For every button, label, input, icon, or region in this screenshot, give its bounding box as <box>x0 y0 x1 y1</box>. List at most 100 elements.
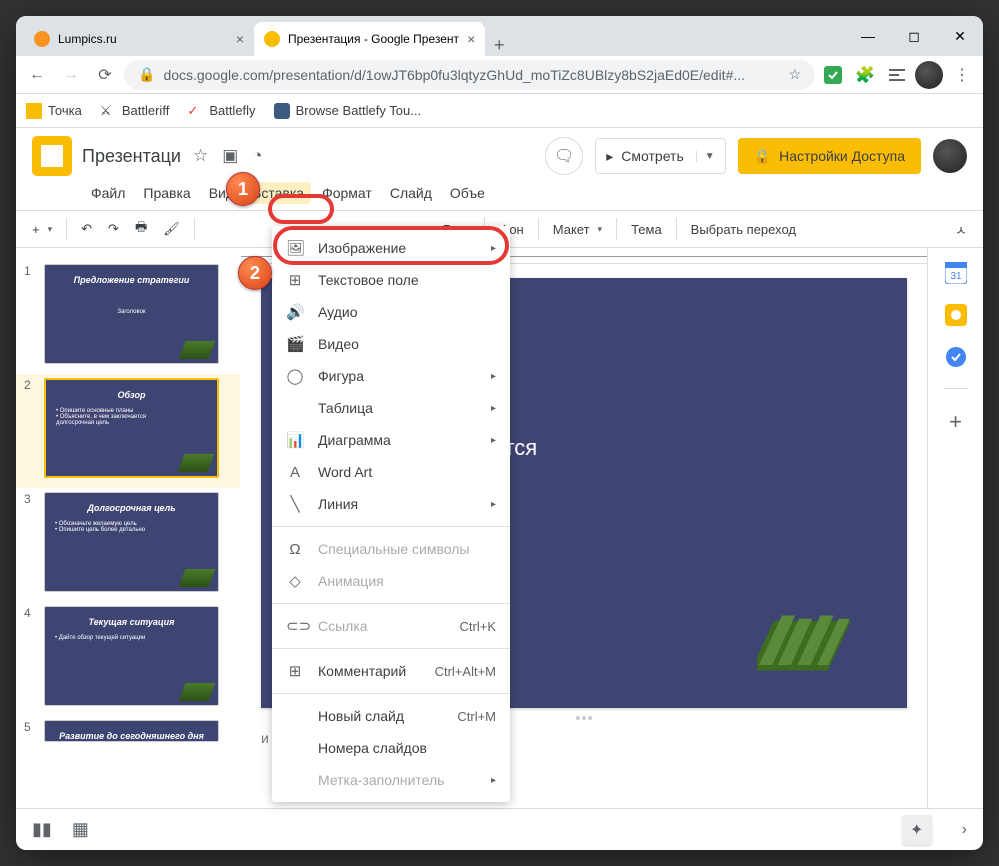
bottom-bar: ▮▮ ▦ ✦ › <box>16 808 983 850</box>
comments-button[interactable]: 🗨 <box>545 137 583 175</box>
redo-button[interactable]: ↷ <box>102 217 125 241</box>
browser-tab-active[interactable]: Презентация - Google Презент × <box>254 22 485 56</box>
menu-item-label: Аудио <box>318 304 358 320</box>
tasks-icon[interactable] <box>945 346 967 368</box>
thumb-number: 1 <box>24 264 34 364</box>
menu-slide[interactable]: Слайд <box>383 182 439 204</box>
collapse-toolbar-icon[interactable]: ㅅ <box>949 216 973 243</box>
menu-item[interactable]: 📊Диаграмма▸ <box>272 424 510 456</box>
maximize-button[interactable]: ◻ <box>891 16 937 56</box>
menu-item: ◇Анимация <box>272 565 510 597</box>
menu-arrange[interactable]: Объе <box>443 182 492 204</box>
menu-item-label: Номера слайдов <box>318 740 427 756</box>
thumb-body: • Дайте обзор текущей ситуации <box>55 635 208 641</box>
menu-item-icon: ◇ <box>286 572 304 590</box>
submenu-arrow-icon: ▸ <box>491 403 496 414</box>
menu-item[interactable]: 🎬Видео <box>272 328 510 360</box>
filmstrip-view-icon[interactable]: ▮▮ <box>32 819 52 840</box>
thumb-number: 4 <box>24 606 34 706</box>
menu-item[interactable]: ⊞Текстовое поле <box>272 264 510 296</box>
lock-icon: 🔒 <box>138 66 155 83</box>
star-doc-icon[interactable]: ☆ <box>193 146 208 166</box>
bookmark-item[interactable]: Browse Battlefy Tou... <box>274 103 422 119</box>
menu-item-icon: Ω <box>286 541 304 558</box>
forward-button[interactable]: → <box>56 60 86 90</box>
explore-button[interactable]: ✦ <box>902 815 932 845</box>
grid-view-icon[interactable]: ▦ <box>72 819 89 840</box>
menu-item-shortcut: Ctrl+K <box>460 619 496 634</box>
menu-file[interactable]: Файл <box>84 182 132 204</box>
reload-button[interactable]: ⟳ <box>90 60 120 90</box>
slides-logo-icon[interactable] <box>32 136 72 176</box>
tab-title: Презентация - Google Презент <box>288 32 459 46</box>
menu-format[interactable]: Формат <box>315 182 379 204</box>
insert-dropdown-menu: 🖼Изображение▸⊞Текстовое поле🔊Аудио🎬Видео… <box>272 226 510 802</box>
url-field[interactable]: 🔒 docs.google.com/presentation/d/1owJT6b… <box>124 60 815 90</box>
transition-button[interactable]: Выбрать переход <box>685 218 802 241</box>
bookmark-item[interactable]: Точка <box>26 103 82 119</box>
calendar-icon[interactable]: 31 <box>945 262 967 284</box>
bookmark-item[interactable]: ⚔Battleriff <box>100 103 169 119</box>
extensions-icon[interactable]: 🧩 <box>851 61 879 89</box>
back-button[interactable]: ← <box>22 60 52 90</box>
close-tab-icon[interactable]: × <box>236 31 244 47</box>
share-button[interactable]: 🔒 Настройки Доступа <box>738 138 921 174</box>
slide-thumb[interactable]: 3 Долгосрочная цель• Обозначьте желаемую… <box>16 488 240 602</box>
present-button[interactable]: ▸ Смотреть ▼ <box>595 138 725 174</box>
doc-status-icon[interactable]: ◔ <box>252 146 262 166</box>
bookmark-label: Точка <box>48 103 82 118</box>
slide-thumbnails-panel[interactable]: 1 Предложение стратегииЗаголовок 2 Обзор… <box>16 248 241 808</box>
reading-list-icon[interactable] <box>883 61 911 89</box>
account-avatar[interactable] <box>933 139 967 173</box>
collapse-sidepanel-icon[interactable]: › <box>962 821 967 839</box>
keep-icon[interactable] <box>945 304 967 326</box>
slide-thumb[interactable]: 5 Развитие до сегодняшнего дня <box>16 716 240 752</box>
url-text: docs.google.com/presentation/d/1owJT6bp0… <box>163 67 745 83</box>
menu-item-label: Диаграмма <box>318 432 391 448</box>
minimize-button[interactable]: — <box>845 16 891 56</box>
chevron-down-icon[interactable]: ▼ <box>696 151 715 162</box>
slide-thumb-active[interactable]: 2 Обзор• Опишите основные планы • Объясн… <box>16 374 240 488</box>
menu-item[interactable]: Номера слайдов <box>272 732 510 764</box>
new-slide-button[interactable]: + <box>26 218 58 241</box>
menu-item[interactable]: Таблица▸ <box>272 392 510 424</box>
bookmark-item[interactable]: ✓Battlefly <box>187 103 255 119</box>
add-addon-icon[interactable]: + <box>945 409 967 431</box>
paint-format-button[interactable]: 🖌 <box>157 217 186 241</box>
slide-thumb[interactable]: 1 Предложение стратегииЗаголовок <box>16 260 240 374</box>
new-tab-button[interactable]: + <box>485 35 513 56</box>
menu-item[interactable]: ◯Фигура▸ <box>272 360 510 392</box>
undo-button[interactable]: ↶ <box>75 217 98 241</box>
extension-icon[interactable] <box>819 61 847 89</box>
menu-item[interactable]: 🖼Изображение▸ <box>272 232 510 264</box>
thumb-body: • Обозначьте желаемую цель • Опишите цел… <box>55 521 208 533</box>
profile-avatar[interactable] <box>915 61 943 89</box>
bookmark-star-icon[interactable]: ☆ <box>788 66 801 83</box>
menu-item-icon: A <box>286 464 304 481</box>
thumb-title: Долгосрочная цель <box>55 503 208 513</box>
menu-item[interactable]: ⊞КомментарийCtrl+Alt+M <box>272 655 510 687</box>
menu-item: ΩСпециальные символы <box>272 533 510 565</box>
close-tab-icon[interactable]: × <box>467 31 475 47</box>
theme-button[interactable]: Тема <box>625 218 668 241</box>
menu-item-label: Видео <box>318 336 359 352</box>
menu-item[interactable]: AWord Art <box>272 456 510 488</box>
browser-menu-icon[interactable]: ⋮ <box>947 60 977 90</box>
menu-item[interactable]: ╲Линия▸ <box>272 488 510 520</box>
menu-item-label: Новый слайд <box>318 708 404 724</box>
move-doc-icon[interactable]: ▣ <box>222 146 238 166</box>
layout-button[interactable]: Макет <box>547 218 608 241</box>
document-title[interactable]: Презентаци <box>82 146 181 167</box>
menu-edit[interactable]: Правка <box>136 182 197 204</box>
browser-tab[interactable]: Lumpics.ru × <box>24 22 254 56</box>
thumb-title: Обзор <box>56 390 207 400</box>
menubar: Файл Правка Вид Вставка Формат Слайд Объ… <box>32 176 967 210</box>
menu-item[interactable]: Новый слайдCtrl+M <box>272 700 510 732</box>
slide-thumb[interactable]: 4 Текущая ситуация• Дайте обзор текущей … <box>16 602 240 716</box>
submenu-arrow-icon: ▸ <box>491 775 496 786</box>
close-window-button[interactable]: ✕ <box>937 16 983 56</box>
menu-item-label: Комментарий <box>318 663 406 679</box>
notes-drag-handle[interactable] <box>559 716 609 722</box>
menu-item[interactable]: 🔊Аудио <box>272 296 510 328</box>
print-button[interactable]: 🖶 <box>129 214 153 244</box>
